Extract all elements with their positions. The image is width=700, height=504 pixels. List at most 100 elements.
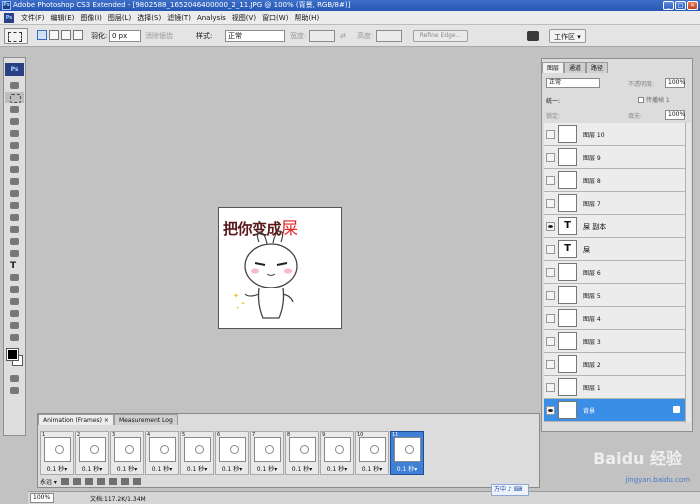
clone-stamp-tool-icon[interactable] <box>5 176 24 187</box>
duplicate-frame-icon[interactable] <box>120 477 129 485</box>
menu-image[interactable]: 图像(I) <box>77 13 105 23</box>
fill-input[interactable]: 100% <box>665 110 685 120</box>
dodge-tool-icon[interactable] <box>5 236 24 247</box>
first-frame-icon[interactable] <box>60 477 69 485</box>
quick-mask-icon[interactable] <box>5 373 24 384</box>
zoom-tool-icon[interactable] <box>5 332 24 343</box>
animation-frame[interactable]: 8 0.1 秒▾ <box>285 431 319 475</box>
propagate-frame-checkbox[interactable]: 传播帧 1 <box>638 95 670 104</box>
eyedropper-tool-icon[interactable] <box>5 308 24 319</box>
animation-frame[interactable]: 9 0.1 秒▾ <box>320 431 354 475</box>
blend-mode-select[interactable]: 正常 <box>546 78 600 88</box>
new-selection-icon[interactable] <box>37 30 47 40</box>
feather-input[interactable]: 0 px <box>109 30 141 42</box>
ime-toolbar[interactable]: 万中 ♪ ⌨ <box>491 484 529 496</box>
frame-delay[interactable]: 0.1 秒▾ <box>41 464 73 473</box>
animation-frame[interactable]: 5 0.1 秒▾ <box>180 431 214 475</box>
tab-measurement-log[interactable]: Measurement Log <box>113 414 178 425</box>
layer-row[interactable]: 图层 2 <box>544 353 690 376</box>
menu-help[interactable]: 帮助(H) <box>291 13 322 23</box>
marquee-tool-icon[interactable] <box>5 92 24 103</box>
layer-row[interactable]: 图层 8 <box>544 169 690 192</box>
animation-frame[interactable]: 6 0.1 秒▾ <box>215 431 249 475</box>
layer-row[interactable]: 图层 4 <box>544 307 690 330</box>
next-frame-icon[interactable] <box>96 477 105 485</box>
maximize-button[interactable]: □ <box>675 1 686 10</box>
width-input[interactable] <box>309 30 335 42</box>
type-tool-icon[interactable] <box>5 260 24 271</box>
layer-row[interactable]: 图层 6 <box>544 261 690 284</box>
refine-edge-button[interactable]: Refine Edge... <box>413 30 468 42</box>
menu-window[interactable]: 窗口(W) <box>259 13 291 23</box>
visibility-eye-icon[interactable] <box>546 199 555 208</box>
frame-delay[interactable]: 0.1 秒▾ <box>356 464 388 473</box>
menu-select[interactable]: 选择(S) <box>134 13 164 23</box>
tab-channels[interactable]: 通道 <box>564 62 587 73</box>
layer-row[interactable]: 图层 7 <box>544 192 690 215</box>
menu-analysis[interactable]: Analysis <box>194 14 229 22</box>
frame-delay[interactable]: 0.1 秒▾ <box>111 464 143 473</box>
visibility-eye-icon[interactable] <box>546 291 555 300</box>
pen-tool-icon[interactable] <box>5 248 24 259</box>
frame-delay[interactable]: 0.1 秒▾ <box>76 464 108 473</box>
tool-preset-picker[interactable] <box>4 28 28 44</box>
frame-delay[interactable]: 0.1 秒▾ <box>321 464 353 473</box>
menu-filter[interactable]: 滤镜(T) <box>164 13 194 23</box>
layers-scrollbar[interactable] <box>685 123 691 423</box>
brush-tool-icon[interactable] <box>5 164 24 175</box>
layer-row[interactable]: 图层 10 <box>544 123 690 146</box>
visibility-eye-icon[interactable] <box>546 383 555 392</box>
magic-wand-tool-icon[interactable] <box>5 116 24 127</box>
ps-menu-icon[interactable]: Ps <box>4 12 14 23</box>
workspace-button[interactable]: 工作区 ▾ <box>549 29 586 43</box>
visibility-eye-icon[interactable] <box>546 153 555 162</box>
intersect-selection-icon[interactable] <box>73 30 83 40</box>
tab-layers[interactable]: 图层 <box>542 62 565 73</box>
layer-row[interactable]: 图层 9 <box>544 146 690 169</box>
hand-tool-icon[interactable] <box>5 320 24 331</box>
gradient-tool-icon[interactable] <box>5 212 24 223</box>
frame-delay[interactable]: 0.1 秒▾ <box>251 464 283 473</box>
subtract-selection-icon[interactable] <box>61 30 71 40</box>
style-select[interactable]: 正常 <box>225 30 285 42</box>
visibility-eye-icon[interactable] <box>546 268 555 277</box>
animation-frame[interactable]: 3 0.1 秒▾ <box>110 431 144 475</box>
animation-frame-selected[interactable]: 11 0.1 秒▾ <box>390 431 424 475</box>
frame-delay[interactable]: 0.1 秒▾ <box>216 464 248 473</box>
frame-delay[interactable]: 0.1 秒▾ <box>181 464 213 473</box>
visibility-eye-icon[interactable] <box>546 245 555 254</box>
visibility-eye-icon[interactable] <box>546 337 555 346</box>
visibility-eye-icon[interactable] <box>546 176 555 185</box>
visibility-eye-icon[interactable] <box>546 130 555 139</box>
menu-view[interactable]: 视图(V) <box>229 13 259 23</box>
minimize-button[interactable]: _ <box>663 1 674 10</box>
healing-brush-tool-icon[interactable] <box>5 152 24 163</box>
frame-delay[interactable]: 0.1 秒▾ <box>146 464 178 473</box>
color-swatches[interactable] <box>5 347 24 369</box>
animation-frame[interactable]: 7 0.1 秒▾ <box>250 431 284 475</box>
animation-frame[interactable]: 2 0.1 秒▾ <box>75 431 109 475</box>
frame-delay[interactable]: 0.1 秒▾ <box>286 464 318 473</box>
layer-row-selected[interactable]: 背景 <box>544 399 690 422</box>
crop-tool-icon[interactable] <box>5 128 24 139</box>
loop-select[interactable]: 永远 ▾ <box>40 477 57 486</box>
frame-delay[interactable]: 0.1 秒▾ <box>391 464 423 473</box>
zoom-input[interactable]: 100% <box>30 493 54 503</box>
animation-frame[interactable]: 4 0.1 秒▾ <box>145 431 179 475</box>
lasso-tool-icon[interactable] <box>5 104 24 115</box>
delete-frame-icon[interactable] <box>132 477 141 485</box>
slice-tool-icon[interactable] <box>5 140 24 151</box>
layer-row[interactable]: 图层 5 <box>544 284 690 307</box>
eraser-tool-icon[interactable] <box>5 200 24 211</box>
visibility-eye-icon[interactable] <box>546 314 555 323</box>
layer-row[interactable]: 图层 3 <box>544 330 690 353</box>
blur-tool-icon[interactable] <box>5 224 24 235</box>
previous-frame-icon[interactable] <box>72 477 81 485</box>
tween-icon[interactable] <box>108 477 117 485</box>
visibility-eye-icon[interactable] <box>546 360 555 369</box>
tab-paths[interactable]: 路径 <box>586 62 609 73</box>
menu-file[interactable]: 文件(F) <box>18 13 48 23</box>
layer-row[interactable]: 图层 1 <box>544 376 690 399</box>
bridge-icon[interactable] <box>527 31 539 41</box>
checkbox-box[interactable] <box>638 96 644 103</box>
